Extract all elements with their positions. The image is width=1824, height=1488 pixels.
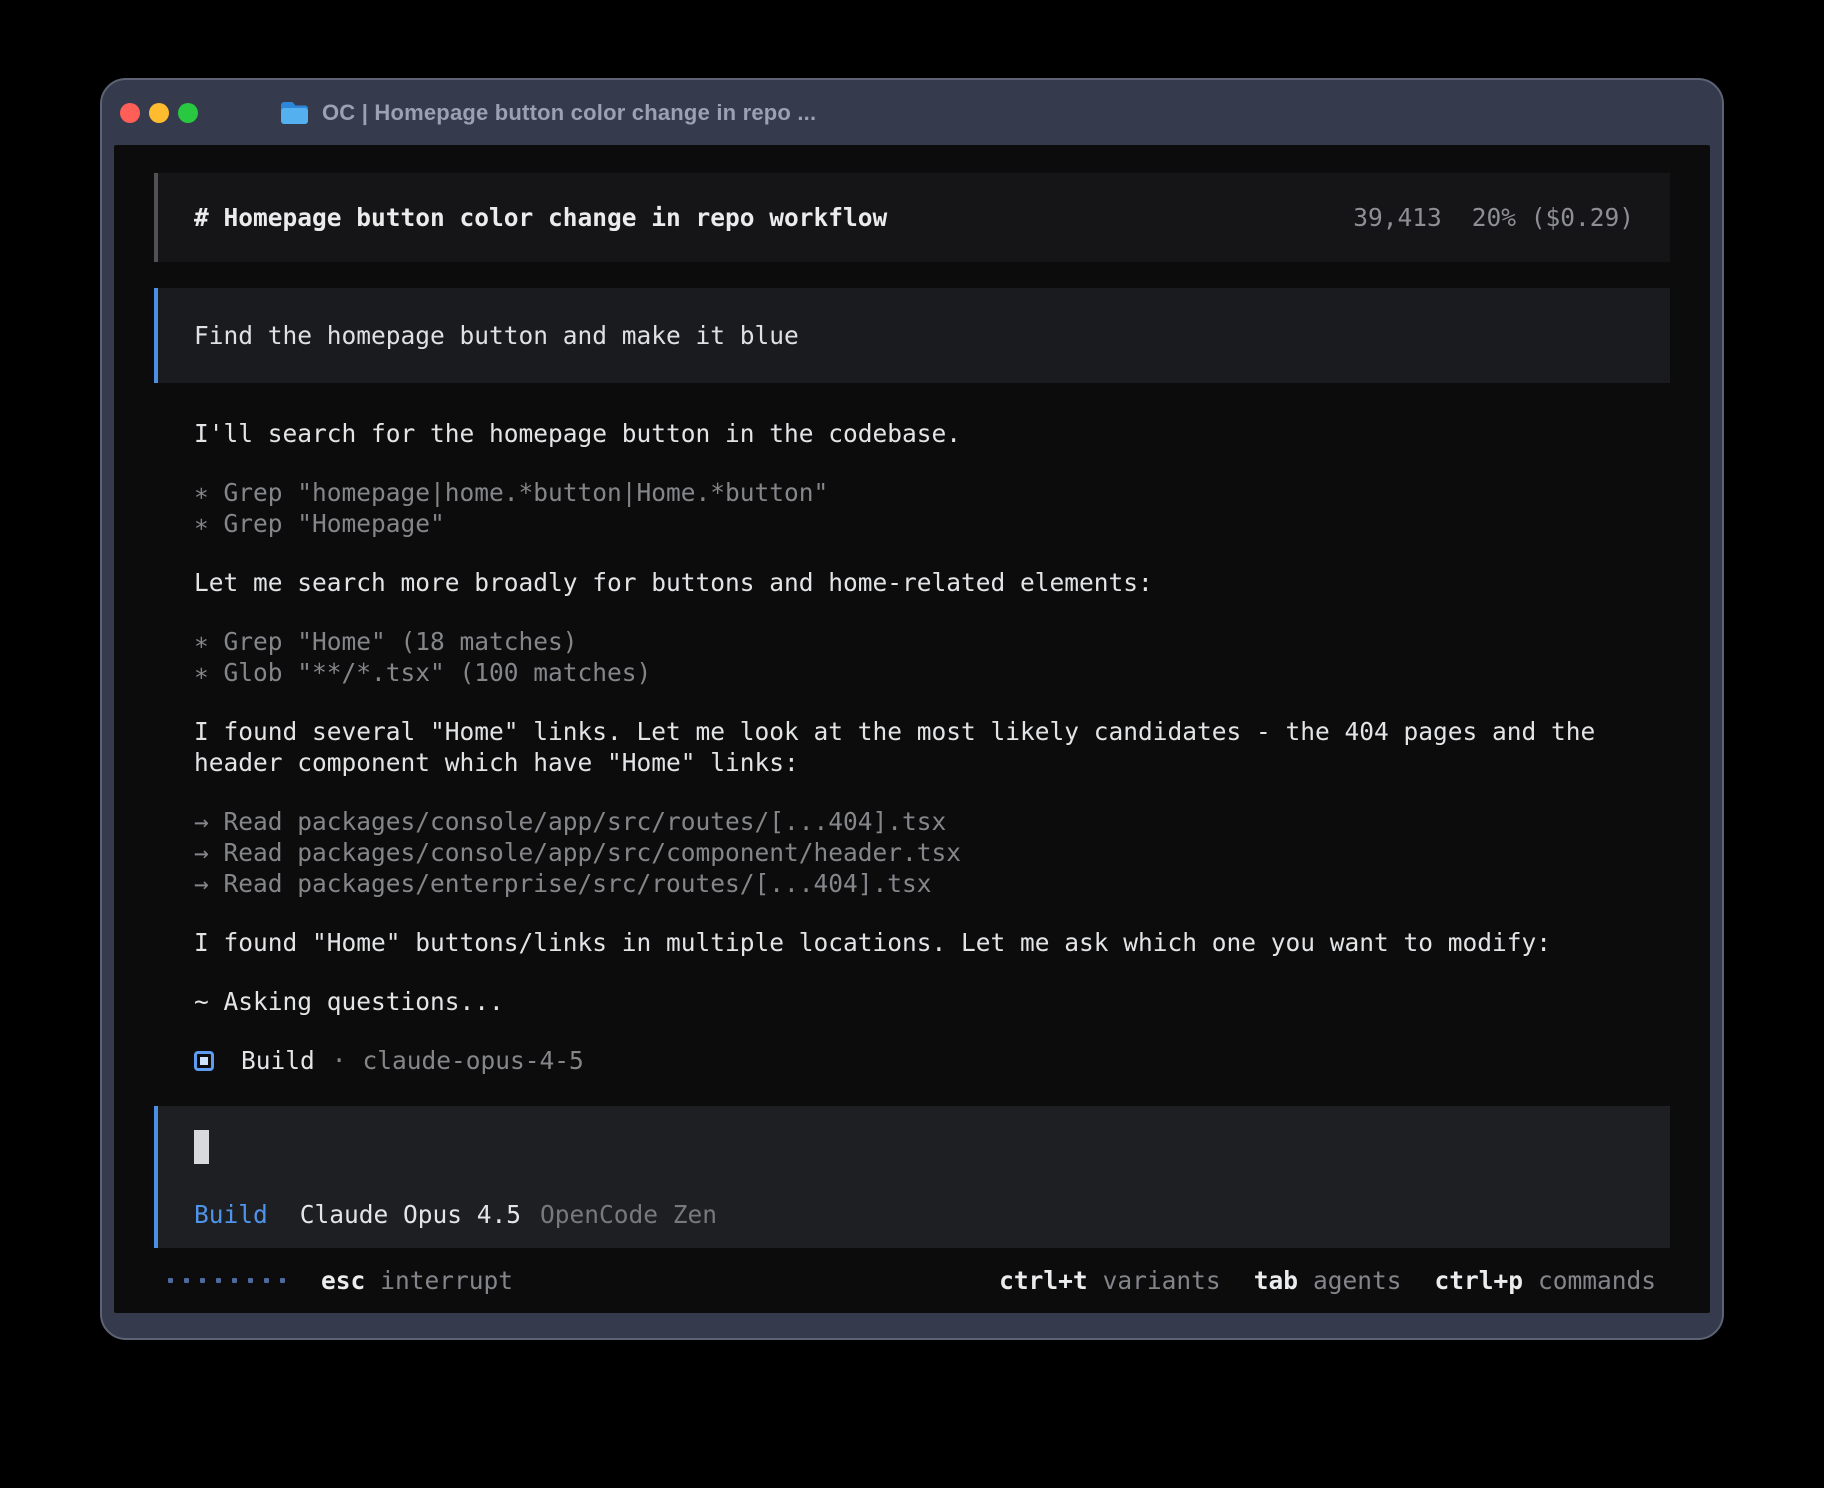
input-status-line: Build Claude Opus 4.5 OpenCode Zen: [194, 1199, 717, 1230]
separator-dot: ·: [332, 1045, 347, 1076]
tool-call-grep: ∗ Grep "homepage|home.*button|Home.*butt…: [194, 477, 1670, 508]
assistant-text: I found several "Home" links. Let me loo…: [194, 716, 1670, 747]
close-button[interactable]: [120, 103, 140, 123]
titlebar: OC | Homepage button color change in rep…: [102, 80, 1722, 145]
status-bar-left: esc interrupt: [168, 1265, 513, 1296]
spinner-dot: [232, 1278, 237, 1283]
model-selector[interactable]: Claude Opus 4.5: [300, 1199, 521, 1230]
desktop-background: OC | Homepage button color change in rep…: [0, 0, 1824, 1488]
spinner-dot: [264, 1278, 269, 1283]
spinner-dot: [184, 1278, 189, 1283]
status-bar: esc interrupt ctrl+t variants tab agents…: [168, 1265, 1656, 1296]
traffic-lights: [120, 103, 198, 123]
token-count: 39,413: [1353, 202, 1442, 233]
shortcut-label-agents: agents: [1313, 1265, 1402, 1296]
shortcut-label-commands: commands: [1538, 1265, 1656, 1296]
spinner-dot: [248, 1278, 253, 1283]
provider-label: OpenCode Zen: [540, 1199, 717, 1230]
session-title: # Homepage button color change in repo w…: [194, 202, 887, 233]
assistant-text: I'll search for the homepage button in t…: [194, 418, 1670, 449]
app-window: OC | Homepage button color change in rep…: [100, 78, 1724, 1340]
conversation: I'll search for the homepage button in t…: [194, 418, 1670, 1076]
agent-status-row: Build · claude-opus-4-5: [194, 1045, 1670, 1076]
tool-call-glob: ∗ Glob "**/*.tsx" (100 matches): [194, 657, 1670, 688]
shortcut-variants: ctrl+t variants: [999, 1265, 1221, 1296]
tool-call-read: → Read packages/console/app/src/componen…: [194, 837, 1670, 868]
tool-call-read: → Read packages/enterprise/src/routes/[.…: [194, 868, 1670, 899]
assistant-status-text: ~ Asking questions...: [194, 986, 1670, 1017]
assistant-text: Let me search more broadly for buttons a…: [194, 567, 1670, 598]
tool-call-grep: ∗ Grep "Homepage": [194, 508, 1670, 539]
user-message: Find the homepage button and make it blu…: [154, 288, 1670, 383]
text-cursor: [194, 1130, 209, 1164]
window-title: OC | Homepage button color change in rep…: [322, 100, 816, 126]
user-message-text: Find the homepage button and make it blu…: [194, 320, 799, 351]
tool-call-grep: ∗ Grep "Home" (18 matches): [194, 626, 1670, 657]
spinner-dot: [280, 1278, 285, 1283]
agent-name: Build: [241, 1045, 315, 1076]
folder-icon: [280, 101, 309, 125]
tool-call-group: ∗ Grep "Home" (18 matches) ∗ Glob "**/*.…: [194, 626, 1670, 688]
working-spinner-dots: [168, 1278, 285, 1283]
shortcut-label-interrupt: interrupt: [380, 1265, 513, 1296]
agent-build-icon: [194, 1051, 214, 1071]
session-stats: 39,413 20% ($0.29): [1353, 202, 1634, 233]
spinner-dot: [168, 1278, 173, 1283]
session-header: # Homepage button color change in repo w…: [154, 173, 1670, 262]
tool-call-group: → Read packages/console/app/src/routes/[…: [194, 806, 1670, 899]
shortcut-label-variants: variants: [1103, 1265, 1221, 1296]
agent-selector[interactable]: Build: [194, 1199, 268, 1230]
spinner-dot: [216, 1278, 221, 1283]
assistant-text: header component which have "Home" links…: [194, 747, 1670, 778]
minimize-button[interactable]: [149, 103, 169, 123]
context-cost: 20% ($0.29): [1472, 202, 1634, 233]
shortcut-commands: ctrl+p commands: [1434, 1265, 1656, 1296]
terminal-pane[interactable]: # Homepage button color change in repo w…: [114, 145, 1710, 1313]
shortcut-key-ctrl-t: ctrl+t: [999, 1265, 1088, 1296]
tool-call-group: ∗ Grep "homepage|home.*button|Home.*butt…: [194, 477, 1670, 539]
status-bar-right: ctrl+t variants tab agents ctrl+p comman…: [999, 1265, 1656, 1296]
shortcut-key-ctrl-p: ctrl+p: [1434, 1265, 1523, 1296]
tool-call-read: → Read packages/console/app/src/routes/[…: [194, 806, 1670, 837]
prompt-input[interactable]: Build Claude Opus 4.5 OpenCode Zen: [154, 1106, 1670, 1248]
model-id: claude-opus-4-5: [363, 1045, 584, 1076]
shortcut-key-tab: tab: [1254, 1265, 1298, 1296]
shortcut-key-esc: esc: [321, 1265, 365, 1296]
assistant-text: I found "Home" buttons/links in multiple…: [194, 927, 1670, 958]
spinner-dot: [200, 1278, 205, 1283]
shortcut-agents: tab agents: [1254, 1265, 1402, 1296]
zoom-button[interactable]: [178, 103, 198, 123]
